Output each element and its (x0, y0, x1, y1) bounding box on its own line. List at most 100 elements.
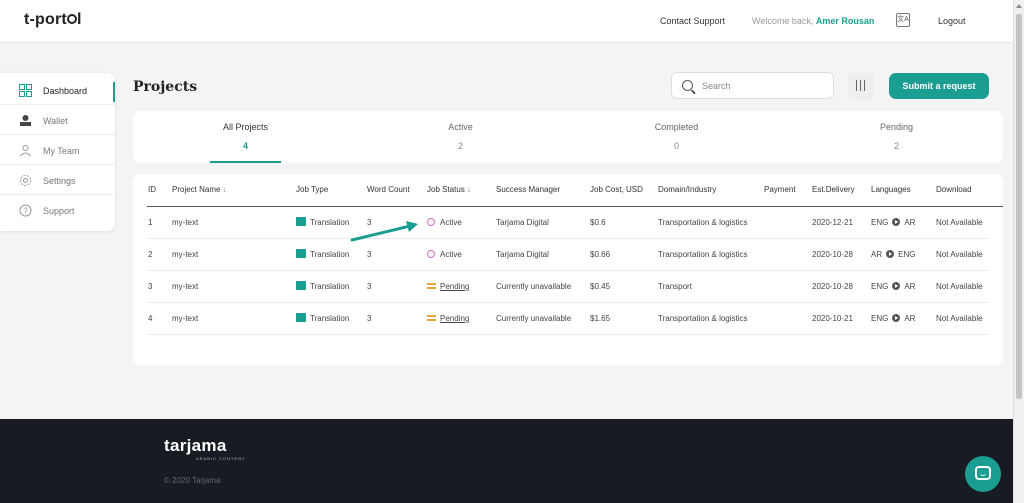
cell-job-status: Pending (427, 282, 469, 291)
tab-completed[interactable]: Completed 0 (564, 111, 789, 163)
cell-job-status: Pending (427, 314, 469, 323)
table-row[interactable]: 2 my-text Translation 3 Active Tarjama Digita… (147, 239, 989, 271)
translation-icon (296, 217, 306, 227)
cell-id: 1 (148, 218, 153, 227)
cell-job-type: Translation (296, 281, 350, 291)
search-box[interactable] (671, 72, 834, 99)
translate-icon[interactable]: 文A (896, 13, 910, 27)
tab-pending[interactable]: Pending 2 (784, 111, 1009, 163)
cell-domain: Transportation & logistics (658, 314, 748, 323)
lang-to: AR (904, 282, 916, 291)
welcome-message: Welcome back, Amer Rousan (752, 16, 874, 26)
lang-to: ENG (898, 250, 916, 259)
scrollbar-thumb[interactable] (1016, 14, 1022, 399)
cell-job-cost: $0.45 (590, 282, 611, 291)
footer-logo-subtitle: ARABIC CONTENT (196, 456, 246, 461)
cell-download: Not Available (936, 250, 983, 259)
column-header: Payment (764, 185, 796, 194)
column-header: Download (936, 185, 972, 194)
lang-from: ENG (871, 282, 889, 291)
cell-download: Not Available (936, 218, 983, 227)
cell-job-cost: $0.66 (590, 250, 611, 259)
lang-from: ENG (871, 314, 889, 323)
projects-table: ID Project Name ↓ Job Type Word Count Job… (133, 174, 1003, 365)
job-type-label: Translation (310, 314, 350, 323)
cell-project-name[interactable]: my-text (172, 314, 198, 323)
translation-icon (296, 313, 306, 323)
wallet-icon (19, 114, 32, 127)
footer-copyright: © 2020 Tarjama (164, 476, 221, 485)
sidebar-item-my-team[interactable]: My Team (0, 135, 115, 165)
lang-from: ENG (871, 218, 889, 227)
cell-word-count: 3 (367, 314, 372, 323)
cell-job-type: Translation (296, 313, 350, 323)
status-badge: Active (440, 218, 462, 227)
sidebar-item-label: Settings (43, 176, 76, 186)
column-header: Job Status (427, 185, 465, 194)
annotation-arrow-icon (350, 221, 418, 242)
job-type-label: Translation (310, 282, 350, 291)
status-badge[interactable]: Pending (440, 282, 469, 291)
cell-est-delivery: 2020-10-21 (812, 314, 853, 323)
cell-download: Not Available (936, 314, 983, 323)
lang-to: AR (904, 218, 916, 227)
cell-project-name[interactable]: my-text (172, 282, 198, 291)
status-badge[interactable]: Pending (440, 314, 469, 323)
tab-all-projects[interactable]: All Projects 4 (133, 111, 358, 163)
column-header: Est.Delivery (812, 185, 855, 194)
column-header-job-status[interactable]: Job Status ↓ (427, 185, 471, 194)
column-header: ID (148, 185, 156, 194)
svg-text:?: ? (23, 207, 28, 216)
column-header-project-name[interactable]: Project Name ↓ (172, 185, 226, 194)
cell-project-name[interactable]: my-text (172, 250, 198, 259)
sidebar-item-label: My Team (43, 146, 80, 156)
column-header: Job Type (296, 185, 329, 194)
pending-status-icon (427, 282, 436, 289)
logout-link[interactable]: Logout (938, 16, 966, 26)
sidebar-item-wallet[interactable]: Wallet (0, 105, 115, 135)
sidebar-item-settings[interactable]: Settings (0, 165, 115, 195)
cell-languages: ENG AR (871, 281, 916, 291)
gear-icon (19, 174, 32, 187)
cell-id: 2 (148, 250, 153, 259)
chat-button[interactable] (965, 456, 1001, 492)
dashboard-icon (19, 84, 32, 97)
cell-languages: ENG AR (871, 313, 915, 323)
page-scrollbar[interactable] (1013, 0, 1024, 503)
cell-job-cost: $1.65 (590, 314, 611, 323)
cell-domain: Transportation & logistics (658, 250, 748, 259)
sort-arrow-icon: ↓ (222, 185, 227, 194)
sidebar-item-support[interactable]: ? Support (0, 195, 115, 225)
table-row[interactable]: 1 my-text Translation 3 Active Tarjama Digita… (147, 207, 989, 239)
filter-button[interactable] (848, 73, 874, 99)
tab-count: 0 (673, 141, 679, 151)
cell-job-type: Translation (296, 217, 350, 227)
welcome-prefix: Welcome back, (752, 16, 814, 26)
cell-id: 4 (148, 314, 153, 323)
submit-request-button[interactable]: Submit a request (889, 73, 989, 99)
footer-logo: tarjama (164, 436, 227, 455)
column-header: Languages (871, 185, 911, 194)
scroll-up-icon[interactable] (1016, 4, 1022, 8)
cell-project-name[interactable]: my-text (172, 218, 198, 227)
job-type-label: Translation (310, 218, 350, 227)
cell-job-cost: $0.6 (590, 218, 606, 227)
table-row[interactable]: 3 my-text Translation 3 Pending Currently una… (147, 271, 989, 303)
sidebar-item-dashboard[interactable]: Dashboard (0, 75, 115, 105)
active-status-icon (427, 249, 435, 258)
table-row[interactable]: 4 my-text Translation 3 Pending Currently una… (147, 303, 989, 335)
contact-support-link[interactable]: Contact Support (660, 16, 725, 26)
search-icon (682, 80, 693, 91)
pending-status-icon (427, 314, 436, 321)
logo-o-icon (66, 14, 77, 24)
team-icon (19, 144, 32, 157)
table-header: ID Project Name ↓ Job Type Word Count Job… (147, 174, 1003, 207)
cell-domain: Transportation & logistics (658, 218, 748, 227)
tab-active[interactable]: Active 2 (348, 111, 573, 163)
logo[interactable]: t-port l (24, 11, 82, 29)
search-input[interactable] (702, 79, 822, 93)
tab-count: 2 (457, 141, 463, 151)
cell-success-manager: Currently unavailable (496, 314, 572, 323)
active-status-icon (427, 217, 435, 226)
column-header: Job Cost, USD (590, 185, 643, 194)
